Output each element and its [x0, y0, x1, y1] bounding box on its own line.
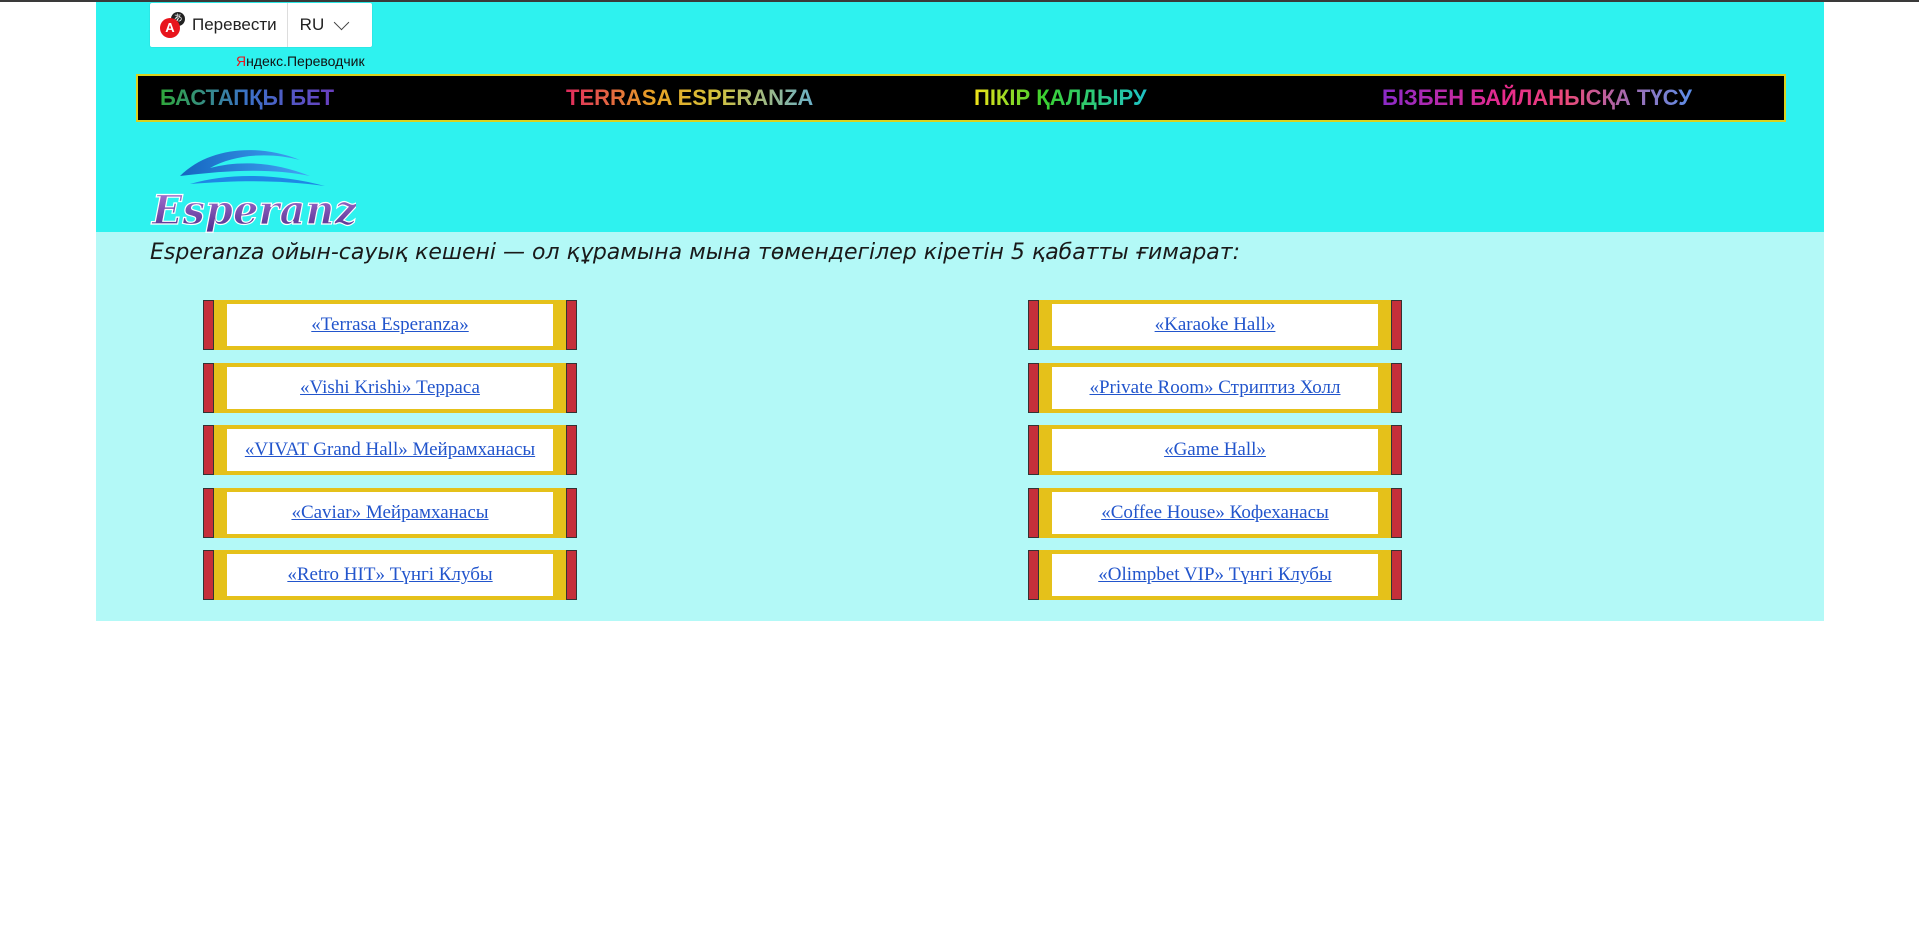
- venue-link[interactable]: «VIVAT Grand Hall» Мейрамханасы: [245, 439, 535, 461]
- yandex-translator-label[interactable]: Яндекс.Переводчик: [236, 53, 365, 69]
- venue-link[interactable]: «Karaoke Hall»: [1155, 314, 1276, 336]
- venue-button[interactable]: «Karaoke Hall»: [1028, 300, 1402, 350]
- venue-link[interactable]: «Game Hall»: [1164, 439, 1266, 461]
- venue-link[interactable]: «Retro HIT» Түнгі Клубы: [287, 564, 492, 586]
- esperanza-logo[interactable]: Esperanza: [150, 146, 356, 234]
- venue-link[interactable]: «Private Room» Стриптиз Холл: [1089, 377, 1340, 399]
- venue-link[interactable]: «Vishi Krishi» Терраса: [300, 377, 480, 399]
- svg-text:Esperanza: Esperanza: [151, 187, 356, 234]
- venue-button[interactable]: «Caviar» Мейрамханасы: [203, 488, 577, 538]
- venue-link[interactable]: «Coffee House» Кофеханасы: [1101, 502, 1329, 524]
- translate-icon: あA: [160, 12, 185, 38]
- intro-text: Esperanza ойын-сауық кешені — ол құрамын…: [150, 240, 1240, 265]
- venue-link[interactable]: «Terrasa Esperanza»: [311, 314, 468, 336]
- main-nav: БАСТАПҚЫ БЕТ TERRASA ESPERANZA ПІКІР ҚАЛ…: [136, 74, 1786, 122]
- site-header: あA Перевести RU Яндекс.Переводчик БАСТАП…: [96, 2, 1824, 234]
- page-container: あA Перевести RU Яндекс.Переводчик БАСТАП…: [96, 2, 1824, 621]
- venue-button[interactable]: «Private Room» Стриптиз Холл: [1028, 363, 1402, 413]
- nav-home[interactable]: БАСТАПҚЫ БЕТ: [160, 76, 334, 120]
- nav-terrasa[interactable]: TERRASA ESPERANZA: [566, 76, 813, 120]
- nav-contact[interactable]: БІЗБЕН БАЙЛАНЫСҚА ТҮСУ: [1382, 76, 1692, 120]
- venue-button[interactable]: «Retro HIT» Түнгі Клубы: [203, 550, 577, 600]
- venue-button[interactable]: «Terrasa Esperanza»: [203, 300, 577, 350]
- translate-widget[interactable]: あA Перевести RU: [150, 3, 372, 47]
- venue-button[interactable]: «Coffee House» Кофеханасы: [1028, 488, 1402, 538]
- venue-link[interactable]: «Caviar» Мейрамханасы: [291, 502, 488, 524]
- nav-feedback[interactable]: ПІКІР ҚАЛДЫРУ: [974, 76, 1147, 120]
- venue-link[interactable]: «Olimpbet VIP» Түнгі Клубы: [1098, 564, 1331, 586]
- venue-button[interactable]: «Olimpbet VIP» Түнгі Клубы: [1028, 550, 1402, 600]
- translate-button[interactable]: Перевести: [192, 3, 288, 47]
- language-select[interactable]: RU: [300, 15, 325, 35]
- venue-button[interactable]: «Vishi Krishi» Терраса: [203, 363, 577, 413]
- chevron-down-icon[interactable]: [333, 14, 350, 30]
- venue-button[interactable]: «Game Hall»: [1028, 425, 1402, 475]
- venue-button[interactable]: «VIVAT Grand Hall» Мейрамханасы: [203, 425, 577, 475]
